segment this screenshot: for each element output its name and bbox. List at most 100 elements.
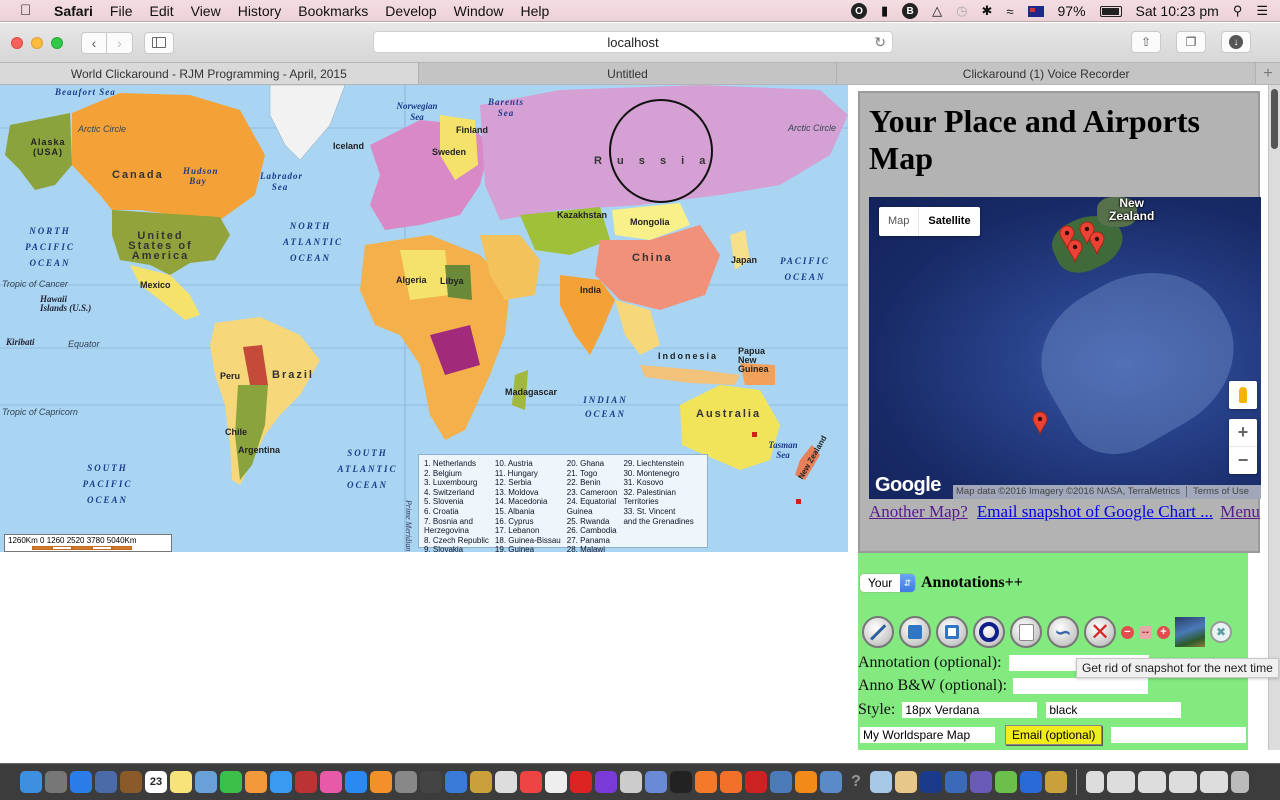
dock-photo-booth-icon[interactable] xyxy=(295,771,317,793)
opera-circle-icon[interactable]: O xyxy=(850,3,867,19)
map-type-map-button[interactable]: Map xyxy=(879,207,920,236)
forward-button[interactable]: › xyxy=(107,31,133,54)
dock-mail-icon[interactable] xyxy=(95,771,117,793)
rectangle-outline-tool-button[interactable] xyxy=(936,616,968,648)
dock-launchpad-icon[interactable] xyxy=(45,771,67,793)
dock-chrome-icon[interactable] xyxy=(520,771,542,793)
map-marker-pin[interactable] xyxy=(1067,239,1083,263)
b-circle-icon[interactable]: B xyxy=(902,3,919,19)
map-marker-pin[interactable] xyxy=(1089,231,1105,255)
clock[interactable]: Sat 10:23 pm xyxy=(1136,3,1219,19)
dock-virtual-box-cube-icon[interactable] xyxy=(870,771,892,793)
location-marker[interactable] xyxy=(752,432,757,437)
menu-safari[interactable]: Safari xyxy=(54,3,93,19)
dock-imovie-icon[interactable] xyxy=(595,771,617,793)
map-type-satellite-button[interactable]: Satellite xyxy=(919,207,979,236)
dock-display-icon[interactable] xyxy=(820,771,842,793)
dock-filezilla-icon[interactable] xyxy=(745,771,767,793)
page-scrollbar[interactable] xyxy=(1268,85,1280,750)
show-all-tabs-button[interactable]: ❐ xyxy=(1176,31,1206,53)
email-snapshot-link[interactable]: Email snapshot of Google Chart ... xyxy=(977,502,1213,521)
anno-bw-input[interactable] xyxy=(1013,678,1149,694)
dock-quicktime-icon[interactable] xyxy=(770,771,792,793)
back-button[interactable]: ‹ xyxy=(81,31,107,54)
google-satellite-map[interactable]: Map Satellite New Zealand + − Google Map… xyxy=(869,197,1261,499)
sidebar-toggle-button[interactable] xyxy=(144,31,174,54)
dock-help-icon[interactable]: ? xyxy=(845,771,867,793)
dock-app-blue-icon[interactable] xyxy=(1020,771,1042,793)
wifi-icon[interactable]: ≈ xyxy=(1006,4,1013,19)
map-marker-pin[interactable] xyxy=(1032,411,1048,435)
dock-app-store-icon[interactable] xyxy=(345,771,367,793)
dock-android-studio-icon[interactable] xyxy=(995,771,1017,793)
dock-gimp-like-icon[interactable] xyxy=(495,771,517,793)
zoom-in-button[interactable]: + xyxy=(1229,419,1257,447)
menu-develop[interactable]: Develop xyxy=(385,3,436,19)
dock-itunes-icon[interactable] xyxy=(320,771,342,793)
dock-opera-icon[interactable] xyxy=(570,771,592,793)
dash-button[interactable]: -- xyxy=(1139,625,1152,639)
zoom-out-button[interactable]: − xyxy=(1229,447,1257,474)
battery-icon[interactable] xyxy=(1099,5,1122,17)
dock-finder-icon[interactable] xyxy=(20,771,42,793)
world-map-image[interactable]: Beaufort Sea Arctic Circle Arctic Circle… xyxy=(0,85,848,552)
dock-system-preferences-icon[interactable] xyxy=(395,771,417,793)
dock-bbedit-icon[interactable] xyxy=(920,771,942,793)
dock-gimp-icon[interactable] xyxy=(1045,771,1067,793)
freehand-curve-tool-button[interactable]: ∽ xyxy=(1047,616,1079,648)
street-view-pegman[interactable] xyxy=(1229,381,1257,409)
dock-virtualbox-icon[interactable] xyxy=(945,771,967,793)
annotation-scope-select[interactable]: Your ⇵ xyxy=(860,574,915,592)
menu-file[interactable]: File xyxy=(110,3,133,19)
clear-tool-button[interactable]: ✕ xyxy=(1084,616,1116,648)
decrease-button[interactable]: − xyxy=(1121,625,1134,639)
dock-firefox-icon[interactable] xyxy=(720,771,742,793)
time-machine-icon[interactable]: ◷ xyxy=(956,3,967,19)
email-button[interactable]: Email (optional) xyxy=(1005,725,1103,745)
tab-voice-recorder[interactable]: Clickaround (1) Voice Recorder xyxy=(837,63,1257,84)
dock-window-thumb-icon[interactable] xyxy=(1138,771,1166,793)
address-bar[interactable]: localhost ↻ xyxy=(373,31,893,53)
scrollbar-thumb[interactable] xyxy=(1271,89,1278,149)
dock-php-icon[interactable] xyxy=(970,771,992,793)
dock-facetime-icon[interactable] xyxy=(220,771,242,793)
style-font-input[interactable] xyxy=(902,702,1038,718)
close-window-button[interactable] xyxy=(11,36,23,49)
style-color-input[interactable] xyxy=(1046,702,1182,718)
flag-australia-icon[interactable] xyxy=(1027,5,1044,17)
share-button[interactable]: ⇧ xyxy=(1131,31,1161,53)
menu-edit[interactable]: Edit xyxy=(149,3,173,19)
photo-thumbnail-icon[interactable] xyxy=(1175,617,1205,647)
dock-xcode-icon[interactable] xyxy=(445,771,467,793)
dock-window-thumb-icon[interactable] xyxy=(1169,771,1197,793)
dock-ibooks-icon[interactable] xyxy=(370,771,392,793)
dock-filezilla-alt-icon[interactable] xyxy=(470,771,492,793)
fullscreen-window-button[interactable] xyxy=(51,36,63,49)
subject-input[interactable] xyxy=(860,727,995,743)
menu-bookmarks[interactable]: Bookmarks xyxy=(298,3,368,19)
line-tool-button[interactable] xyxy=(862,616,894,648)
tab-untitled[interactable]: Untitled xyxy=(418,63,838,84)
spotlight-icon[interactable]: ⚲ xyxy=(1233,3,1243,19)
dock-vlc-icon[interactable] xyxy=(795,771,817,793)
dock-window-thumb-icon[interactable] xyxy=(1107,771,1135,793)
menu-window[interactable]: Window xyxy=(454,3,504,19)
menu-view[interactable]: View xyxy=(191,3,221,19)
email-input[interactable] xyxy=(1111,727,1247,743)
apple-menu-icon[interactable]:  xyxy=(20,2,36,19)
dock-window-thumb-icon[interactable] xyxy=(1200,771,1228,793)
dock-trash-icon[interactable] xyxy=(1231,771,1249,793)
another-map-link[interactable]: Another Map? xyxy=(869,502,968,521)
increase-button[interactable]: + xyxy=(1157,625,1170,639)
google-logo[interactable]: Google xyxy=(875,474,941,497)
reload-icon[interactable]: ↻ xyxy=(874,32,886,53)
no-snapshot-icon[interactable]: ✖ xyxy=(1210,621,1232,643)
dock-notes-icon[interactable] xyxy=(170,771,192,793)
bluetooth-icon[interactable]: ✱ xyxy=(981,3,992,19)
notification-center-icon[interactable]: ☰ xyxy=(1256,3,1268,19)
dock-photos-icon[interactable] xyxy=(245,771,267,793)
dock-notes-book-icon[interactable] xyxy=(120,771,142,793)
dock-messages-icon[interactable] xyxy=(270,771,292,793)
dock-preview-icon[interactable] xyxy=(195,771,217,793)
blank-tool-button[interactable] xyxy=(1010,616,1042,648)
